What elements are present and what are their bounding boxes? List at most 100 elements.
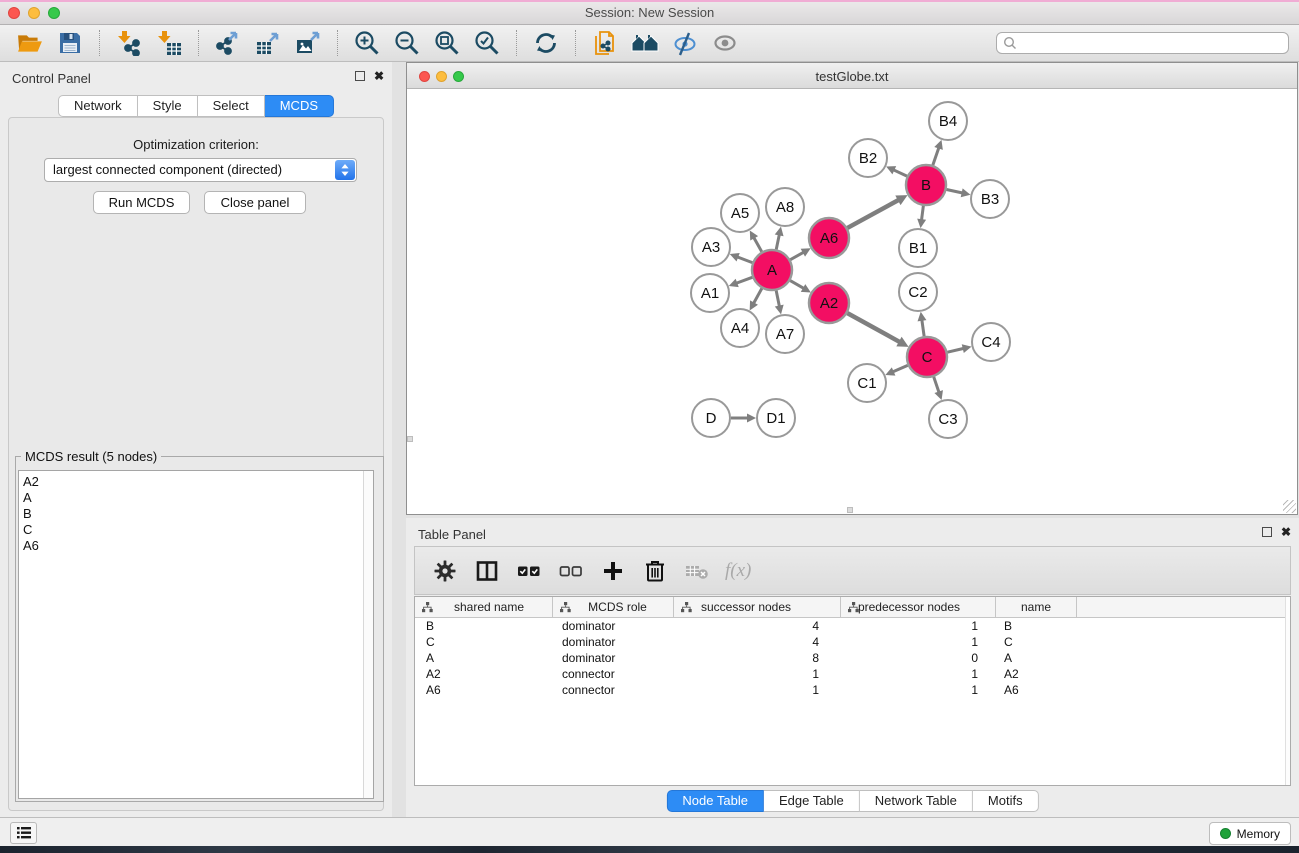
close-panel-button[interactable]: Close panel — [204, 191, 306, 214]
view-handle[interactable] — [847, 507, 853, 513]
tab-select[interactable]: Select — [198, 95, 265, 117]
cell-predecessor-nodes[interactable]: 1 — [841, 619, 996, 633]
cell-successor-nodes[interactable]: 8 — [674, 651, 841, 665]
cell-successor-nodes[interactable]: 1 — [674, 667, 841, 681]
table-row[interactable]: A6 connector 1 1 A6 — [415, 682, 1290, 698]
search-input[interactable] — [1017, 34, 1288, 52]
cell-mcds-role[interactable]: dominator — [553, 619, 674, 633]
table-row[interactable]: A2 connector 1 1 A2 — [415, 666, 1290, 682]
float-panel-icon[interactable] — [355, 71, 365, 81]
network-canvas[interactable]: B4B2BB3A8A5A6B1A3AC2A1A2A4A7C4CC1C3DD1 — [407, 90, 1297, 514]
table-row[interactable]: C dominator 4 1 C — [415, 634, 1290, 650]
zoom-in-icon[interactable] — [352, 29, 382, 57]
mcds-tab-content: Optimization criterion: largest connecte… — [8, 117, 384, 811]
mcds-result-list[interactable]: A2 A B C A6 — [18, 470, 374, 799]
refresh-icon[interactable] — [531, 29, 561, 57]
search-field[interactable] — [996, 32, 1289, 54]
tab-motifs[interactable]: Motifs — [973, 790, 1039, 812]
graph-node-label: C3 — [938, 411, 957, 428]
cell-shared-name[interactable]: A6 — [415, 683, 553, 697]
column-header-mcds-role[interactable]: MCDS role — [553, 597, 674, 617]
tab-node-table[interactable]: Node Table — [666, 790, 764, 812]
result-item[interactable]: C — [19, 522, 373, 538]
cell-successor-nodes[interactable]: 4 — [674, 619, 841, 633]
cell-name[interactable]: C — [996, 635, 1077, 649]
show-columns-icon[interactable] — [473, 557, 501, 585]
graph-arrowhead — [962, 344, 972, 353]
cell-mcds-role[interactable]: connector — [553, 667, 674, 681]
save-session-icon[interactable] — [55, 29, 85, 57]
eye-slash-icon[interactable] — [670, 29, 700, 57]
tab-style[interactable]: Style — [138, 95, 198, 117]
tab-network-table[interactable]: Network Table — [860, 790, 973, 812]
graph-node-label: A7 — [776, 326, 794, 343]
criterion-dropdown[interactable]: largest connected component (directed) — [44, 158, 357, 182]
cell-name[interactable]: A6 — [996, 683, 1077, 697]
table-settings-gear-icon[interactable] — [431, 557, 459, 585]
cell-successor-nodes[interactable]: 1 — [674, 683, 841, 697]
cell-name[interactable]: A — [996, 651, 1077, 665]
cell-mcds-role[interactable]: dominator — [553, 635, 674, 649]
function-builder-icon[interactable]: f(x) — [725, 560, 751, 582]
column-header-successor-nodes[interactable]: successor nodes — [674, 597, 841, 617]
cell-predecessor-nodes[interactable]: 1 — [841, 667, 996, 681]
close-table-panel-icon[interactable]: ✖ — [1281, 527, 1291, 537]
export-network-icon[interactable] — [213, 29, 243, 57]
result-item[interactable]: A — [19, 490, 373, 506]
show-log-button[interactable] — [10, 822, 37, 844]
zoom-out-icon[interactable] — [392, 29, 422, 57]
export-image-icon[interactable] — [293, 29, 323, 57]
cell-predecessor-nodes[interactable]: 1 — [841, 635, 996, 649]
delete-column-icon[interactable] — [641, 557, 669, 585]
toolbar-divider — [575, 30, 576, 56]
column-header-shared-name[interactable]: shared name — [415, 597, 553, 617]
cell-shared-name[interactable]: A2 — [415, 667, 553, 681]
memory-label: Memory — [1237, 827, 1280, 841]
tab-edge-table[interactable]: Edge Table — [764, 790, 860, 812]
memory-button[interactable]: Memory — [1209, 822, 1291, 845]
cell-mcds-role[interactable]: dominator — [553, 651, 674, 665]
cell-shared-name[interactable]: B — [415, 619, 553, 633]
column-label: shared name — [454, 600, 524, 614]
home-icon[interactable] — [630, 29, 660, 57]
table-row[interactable]: B dominator 4 1 B — [415, 618, 1290, 634]
table-scrollbar[interactable] — [1285, 597, 1290, 785]
application-window: Session: New Session — [0, 0, 1299, 853]
column-header-predecessor-nodes[interactable]: predecessor nodes — [841, 597, 996, 617]
zoom-fit-icon[interactable] — [432, 29, 462, 57]
deselect-all-icon[interactable] — [557, 557, 585, 585]
cell-successor-nodes[interactable]: 4 — [674, 635, 841, 649]
zoom-selected-icon[interactable] — [472, 29, 502, 57]
cell-name[interactable]: B — [996, 619, 1077, 633]
result-list-scrollbar[interactable] — [363, 471, 373, 798]
window-resize-grip[interactable] — [1283, 500, 1296, 513]
select-all-icon[interactable] — [515, 557, 543, 585]
open-session-icon[interactable] — [15, 29, 45, 57]
export-table-icon[interactable] — [253, 29, 283, 57]
eye-icon[interactable] — [710, 29, 740, 57]
view-handle[interactable] — [407, 436, 413, 442]
result-item[interactable]: A6 — [19, 538, 373, 554]
column-header-name[interactable]: name — [996, 597, 1077, 617]
cell-predecessor-nodes[interactable]: 0 — [841, 651, 996, 665]
result-item[interactable]: B — [19, 506, 373, 522]
cell-mcds-role[interactable]: connector — [553, 683, 674, 697]
cell-name[interactable]: A2 — [996, 667, 1077, 681]
tab-mcds[interactable]: MCDS — [265, 95, 334, 117]
network-file-icon[interactable] — [590, 29, 620, 57]
delete-table-icon[interactable] — [683, 557, 711, 585]
tab-network[interactable]: Network — [58, 95, 138, 117]
add-column-icon[interactable] — [599, 557, 627, 585]
cell-shared-name[interactable]: C — [415, 635, 553, 649]
run-mcds-button[interactable]: Run MCDS — [93, 191, 190, 214]
table-row[interactable]: A dominator 8 0 A — [415, 650, 1290, 666]
import-table-icon[interactable] — [154, 29, 184, 57]
result-item[interactable]: A2 — [19, 471, 373, 490]
graph-edge-C-C4 — [947, 348, 963, 352]
cell-predecessor-nodes[interactable]: 1 — [841, 683, 996, 697]
cell-shared-name[interactable]: A — [415, 651, 553, 665]
close-panel-icon[interactable]: ✖ — [374, 71, 384, 81]
graph-edge-A-A2 — [790, 281, 804, 289]
float-table-panel-icon[interactable] — [1262, 527, 1272, 537]
import-network-icon[interactable] — [114, 29, 144, 57]
